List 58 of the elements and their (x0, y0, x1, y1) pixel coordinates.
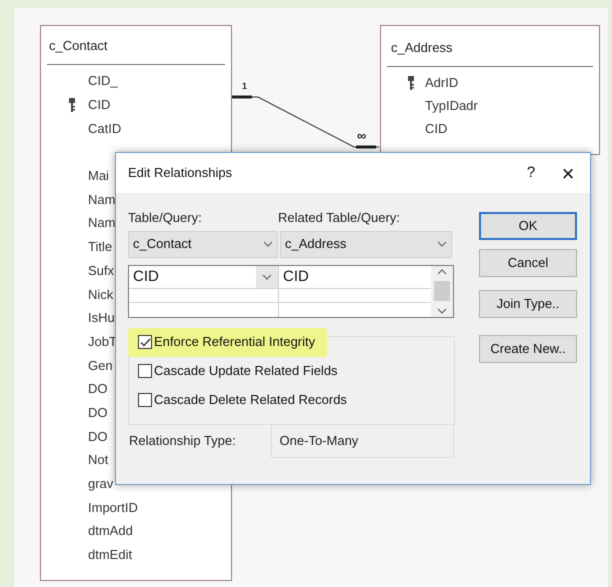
dialog-button[interactable]: Cancel (479, 249, 577, 277)
field-name: Not (88, 453, 108, 466)
field-name: Nam (88, 192, 116, 206)
table-title: c_Contact (49, 38, 108, 53)
checkbox[interactable] (138, 335, 152, 349)
checkbox-option[interactable]: Cascade Delete Related Records (128, 386, 359, 414)
related-table-dropdown[interactable]: c_Address (280, 230, 452, 258)
field-name: CID (425, 122, 448, 135)
close-button[interactable]: × (546, 156, 590, 190)
key-icon (68, 98, 76, 112)
key-icon (407, 76, 415, 90)
field-name: Title (88, 240, 112, 254)
dialog-button[interactable]: Join Type.. (479, 290, 577, 318)
relationship-type-field: One-To-Many (270, 424, 454, 458)
table-dropdown[interactable]: c_Contact (128, 230, 278, 258)
chevron-down-icon[interactable] (437, 308, 447, 314)
chevron-down-icon[interactable] (437, 241, 447, 247)
field-name: Nam (88, 216, 116, 230)
many-label: ∞ (357, 129, 366, 142)
field-name: TypIDadr (425, 99, 478, 112)
scrollbar[interactable] (431, 266, 453, 316)
grid-cell[interactable]: CID (279, 266, 309, 288)
field-name: IsHu (88, 311, 115, 324)
field-name: DO (88, 382, 108, 396)
field-name: CID (88, 98, 110, 112)
field-name: CID_ (88, 74, 118, 88)
dialog-button[interactable]: Create New.. (479, 335, 577, 363)
field-dropdown-button[interactable] (256, 266, 278, 288)
related-table-label: Related Table/Query: (278, 209, 400, 227)
field-name: dtmEdit (88, 548, 132, 562)
field-name: Sufx (88, 264, 114, 277)
check-icon (140, 338, 150, 346)
field-name: Gen (88, 358, 113, 372)
field-name: dtmAdd (88, 524, 133, 538)
table-query-label: Table/Query: (128, 209, 203, 227)
field-name: Mai (88, 169, 109, 182)
checkbox-option[interactable]: Cascade Update Related Fields (128, 356, 350, 386)
field-name: CatID (88, 122, 122, 135)
chevron-down-icon[interactable] (263, 241, 273, 247)
field-name: grav (88, 477, 114, 490)
relationship-type-label: Relationship Type: (128, 432, 237, 450)
field-name: DO (88, 430, 108, 443)
table-title: c_Address (391, 40, 452, 55)
checkbox-option[interactable]: Enforce Referential Integrity (128, 328, 328, 356)
one-label: 1 (242, 82, 248, 91)
grid-cell[interactable]: CID (129, 266, 256, 288)
field-name: JobT (88, 334, 117, 348)
field-name: DO (88, 406, 108, 419)
help-button[interactable]: ? (516, 162, 546, 184)
checkbox[interactable] (138, 364, 152, 378)
field-name: Nick (88, 288, 114, 301)
field-name: AdrID (425, 76, 458, 89)
field-name: ImportID (88, 500, 138, 514)
checkbox[interactable] (138, 393, 152, 407)
dialog-button[interactable]: OK (479, 212, 577, 240)
dialog-title: Edit Relationships (128, 164, 232, 182)
chevron-down-icon[interactable] (262, 274, 272, 280)
scroll-up-icon[interactable] (437, 268, 447, 274)
